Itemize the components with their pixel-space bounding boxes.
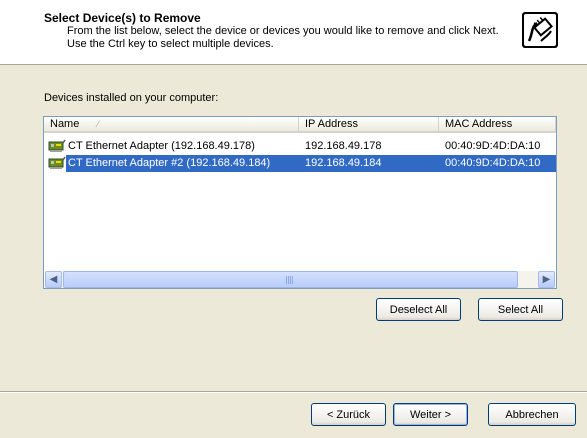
column-header-name[interactable]: Name ⁄: [44, 117, 299, 133]
network-cable-icon: [521, 11, 559, 49]
sort-ascending-icon: ⁄: [97, 119, 99, 129]
list-header: Name ⁄ IP Address MAC Address: [44, 117, 556, 133]
cancel-button[interactable]: Abbrechen: [488, 403, 576, 426]
column-label: IP Address: [305, 118, 358, 130]
deselect-all-button[interactable]: Deselect All: [376, 298, 461, 321]
footer-separator: [0, 391, 587, 393]
scroll-left-icon[interactable]: ◀: [45, 271, 62, 288]
network-adapter-icon: [48, 156, 66, 169]
device-name: CT Ethernet Adapter (192.168.49.178): [68, 140, 255, 152]
device-mac: 00:40:9D:4D:DA:10: [439, 155, 556, 172]
device-ip: 192.168.49.178: [305, 140, 382, 152]
network-adapter-icon: [48, 139, 66, 152]
page-title: Select Device(s) to Remove: [44, 11, 201, 25]
device-ip: 192.168.49.184: [299, 155, 439, 172]
scroll-right-icon[interactable]: ▶: [538, 271, 555, 288]
wizard-header: Select Device(s) to Remove From the list…: [0, 0, 587, 65]
column-header-mac[interactable]: MAC Address: [439, 117, 556, 133]
table-row[interactable]: CT Ethernet Adapter (192.168.49.178) 192…: [44, 138, 556, 155]
page-subtitle: From the list below, select the device o…: [67, 25, 499, 50]
device-mac: 00:40:9D:4D:DA:10: [445, 140, 541, 152]
column-label: MAC Address: [445, 118, 513, 130]
next-button[interactable]: Weiter >: [393, 403, 468, 426]
devices-list[interactable]: Name ⁄ IP Address MAC Address CT Ethernet…: [43, 116, 557, 289]
table-row[interactable]: CT Ethernet Adapter #2 (192.168.49.184) …: [44, 155, 556, 172]
select-all-button[interactable]: Select All: [478, 298, 563, 321]
scroll-thumb[interactable]: [63, 271, 518, 288]
column-header-ip[interactable]: IP Address: [299, 117, 439, 133]
horizontal-scrollbar[interactable]: ◀ ▶: [45, 271, 555, 288]
grip-icon: [286, 276, 294, 284]
column-label: Name: [50, 118, 80, 130]
back-button[interactable]: < Zurück: [311, 403, 386, 426]
device-name: CT Ethernet Adapter #2 (192.168.49.184): [66, 155, 301, 172]
devices-label: Devices installed on your computer:: [44, 92, 219, 104]
